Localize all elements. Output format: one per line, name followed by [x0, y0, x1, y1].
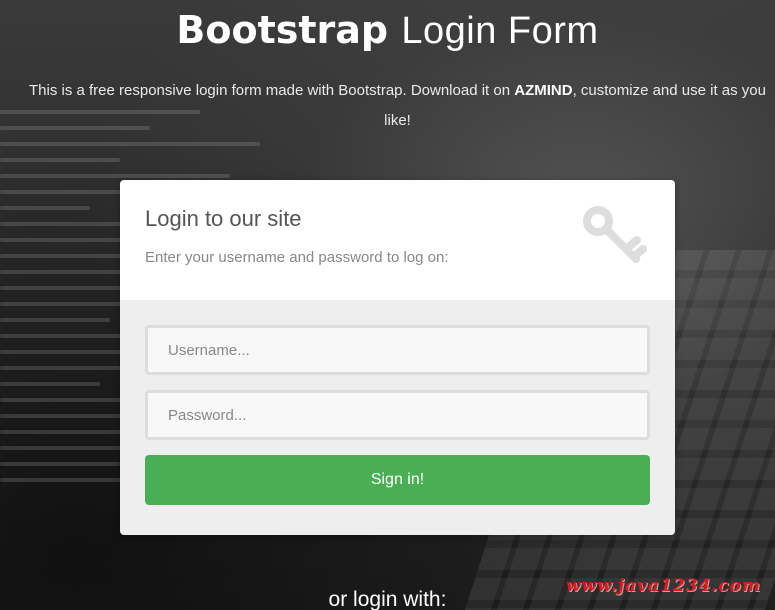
sign-in-button[interactable]: Sign in!: [145, 455, 650, 505]
description-text-before: This is a free responsive login form mad…: [29, 82, 515, 99]
key-icon: [583, 206, 647, 263]
page-description: This is a free responsive login form mad…: [20, 76, 775, 136]
password-input[interactable]: [145, 390, 650, 440]
form-bottom: Sign in!: [120, 300, 675, 535]
login-form-box: Login to our site Enter your username an…: [120, 180, 675, 535]
watermark: www.java1234.com: [565, 576, 761, 596]
form-title: Login to our site: [145, 206, 302, 231]
description-brand: AZMIND: [514, 82, 573, 99]
page-title-light: Login Form: [401, 10, 599, 52]
form-subtitle: Enter your username and password to log …: [145, 249, 449, 266]
form-top: Login to our site Enter your username an…: [120, 180, 675, 300]
username-input[interactable]: [145, 325, 650, 375]
page-title: Bootstrap Login Form: [0, 6, 775, 55]
page-title-strong: Bootstrap: [176, 8, 389, 52]
